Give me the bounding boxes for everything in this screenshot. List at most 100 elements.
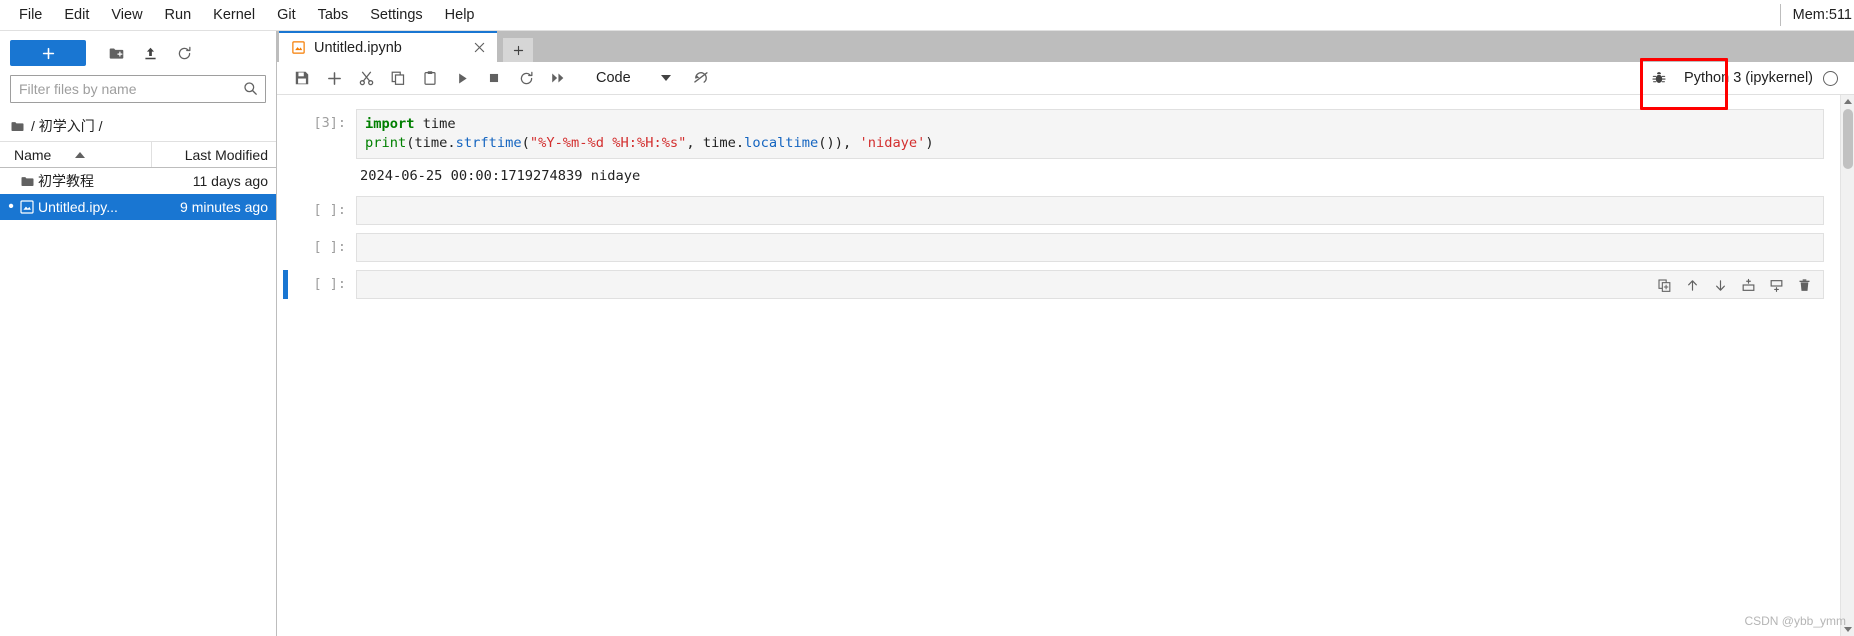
tab-untitled-notebook[interactable]: Untitled.ipynb — [279, 31, 497, 62]
scrollbar-thumb[interactable] — [1843, 109, 1853, 169]
kernel-name-label[interactable]: Python 3 (ipykernel) — [1684, 70, 1813, 86]
new-tab-button[interactable] — [503, 38, 533, 62]
notebook-cell[interactable]: [ ]: — [277, 270, 1854, 299]
menu-item-settings[interactable]: Settings — [359, 4, 433, 27]
copy-cell-button[interactable] — [383, 65, 413, 92]
scroll-up-icon[interactable] — [1844, 99, 1852, 104]
menu-item-help[interactable]: Help — [434, 4, 486, 27]
new-folder-icon — [108, 45, 125, 62]
notebook-cell[interactable]: [3]: import time print(time.strftime("%Y… — [277, 109, 1854, 188]
memory-usage-indicator: Mem:511 — [1779, 0, 1854, 30]
cell-active-indicator — [283, 109, 288, 188]
scissors-icon — [358, 70, 375, 87]
arrow-up-icon — [1685, 278, 1700, 293]
new-launcher-button[interactable] — [10, 40, 86, 66]
menu-item-git[interactable]: Git — [266, 4, 307, 27]
sort-ascending-icon — [75, 151, 86, 158]
notebook-panel: Code Python 3 (ipykernel) [3]: import ti… — [277, 62, 1854, 636]
chevron-down-icon — [660, 75, 671, 81]
code-token: ()), — [818, 135, 860, 151]
paste-cell-button[interactable] — [415, 65, 445, 92]
cell-body: import time print(time.strftime("%Y-%m-%… — [356, 109, 1824, 188]
code-token: localtime — [744, 135, 819, 151]
tab-title: Untitled.ipynb — [314, 39, 402, 56]
insert-cell-button[interactable] — [319, 65, 349, 92]
refresh-file-list-button[interactable] — [170, 40, 198, 66]
code-editor[interactable] — [356, 270, 1824, 299]
menu-item-edit[interactable]: Edit — [53, 4, 100, 27]
column-header-name[interactable]: Name — [0, 142, 152, 167]
cell-type-value: Code — [596, 70, 631, 86]
cell-hover-toolbar — [1650, 273, 1818, 297]
folder-icon — [16, 174, 38, 189]
arrow-down-icon — [1713, 278, 1728, 293]
list-item-modified: 9 minutes ago — [180, 199, 268, 215]
refresh-icon — [176, 45, 193, 62]
kernel-status-indicator[interactable] — [1823, 70, 1838, 86]
column-header-last-modified[interactable]: Last Modified — [152, 142, 276, 167]
save-button[interactable] — [287, 65, 317, 92]
cell-body — [356, 270, 1824, 299]
insert-above-icon — [1741, 278, 1756, 293]
column-header-last-modified-label: Last Modified — [184, 146, 268, 163]
file-filter-input[interactable] — [10, 75, 266, 103]
kernel-indicator-area: Python 3 (ipykernel) — [1644, 65, 1850, 92]
code-editor[interactable] — [356, 233, 1824, 262]
save-icon — [294, 70, 310, 86]
cell-output-area: 2024-06-25 00:00:1719274839 nidaye — [356, 159, 1824, 188]
move-cell-down-button[interactable] — [1708, 274, 1732, 296]
cut-cell-button[interactable] — [351, 65, 381, 92]
insert-cell-below-button[interactable] — [1764, 274, 1788, 296]
main-dock-area: Untitled.ipynb Code Python 3 (ipykernel)… — [277, 31, 1854, 636]
menu-item-file[interactable]: File — [8, 4, 53, 27]
menu-item-kernel[interactable]: Kernel — [202, 4, 266, 27]
list-item[interactable]: • Untitled.ipy... 9 minutes ago — [0, 194, 276, 220]
file-browser-panel: / 初学入门 / Name Last Modified — [0, 31, 277, 636]
restart-run-all-cells-button[interactable] — [686, 65, 716, 92]
upload-icon — [142, 45, 159, 62]
restart-run-all-button[interactable] — [543, 65, 573, 92]
interrupt-kernel-button[interactable] — [479, 65, 509, 92]
cell-prompt: [3]: — [313, 115, 346, 131]
restart-kernel-button[interactable] — [511, 65, 541, 92]
notebook-cell[interactable]: [ ]: — [277, 233, 1854, 262]
jupyterlab-window: File Edit View Run Kernel Git Tabs Setti… — [0, 0, 1854, 636]
play-icon — [455, 71, 470, 86]
insert-cell-above-button[interactable] — [1736, 274, 1760, 296]
tab-bar: Untitled.ipynb — [277, 31, 1854, 62]
folder-icon — [10, 119, 25, 134]
file-browser-toolbar — [0, 31, 276, 75]
close-icon[interactable] — [469, 38, 489, 58]
duplicate-icon — [1657, 278, 1672, 293]
cell-type-select[interactable]: Code — [585, 65, 678, 91]
bug-icon — [1651, 70, 1667, 86]
notebook-cell[interactable]: [ ]: — [277, 196, 1854, 225]
duplicate-cell-button[interactable] — [1652, 274, 1676, 296]
cell-body — [356, 196, 1824, 225]
menu-item-view[interactable]: View — [100, 4, 153, 27]
code-editor[interactable] — [356, 196, 1824, 225]
code-token: ( — [521, 135, 530, 151]
notebook-scrollbar[interactable] — [1840, 95, 1854, 636]
upload-files-button[interactable] — [136, 40, 164, 66]
plus-icon — [512, 44, 525, 57]
run-cell-button[interactable] — [447, 65, 477, 92]
notebook-toolbar: Code Python 3 (ipykernel) — [277, 62, 1854, 95]
new-folder-button[interactable] — [102, 40, 130, 66]
code-token: import — [365, 116, 415, 132]
workspace-split: / 初学入门 / Name Last Modified — [0, 31, 1854, 636]
breadcrumb[interactable]: / 初学入门 / — [0, 111, 276, 141]
plus-icon — [326, 70, 343, 87]
debugger-toggle-button[interactable] — [1644, 65, 1674, 92]
restart-run-all-icon — [692, 69, 710, 87]
cell-prompt: [ ]: — [313, 202, 346, 218]
watermark: CSDN @ybb_ymm — [1744, 614, 1846, 628]
menu-item-tabs[interactable]: Tabs — [307, 4, 360, 27]
code-editor[interactable]: import time print(time.strftime("%Y-%m-%… — [356, 109, 1824, 159]
list-item[interactable]: 初学教程 11 days ago — [0, 168, 276, 194]
delete-cell-button[interactable] — [1792, 274, 1816, 296]
menu-item-run[interactable]: Run — [154, 4, 203, 27]
code-token: time — [414, 116, 456, 132]
cell-prompt: [ ]: — [313, 276, 346, 292]
move-cell-up-button[interactable] — [1680, 274, 1704, 296]
